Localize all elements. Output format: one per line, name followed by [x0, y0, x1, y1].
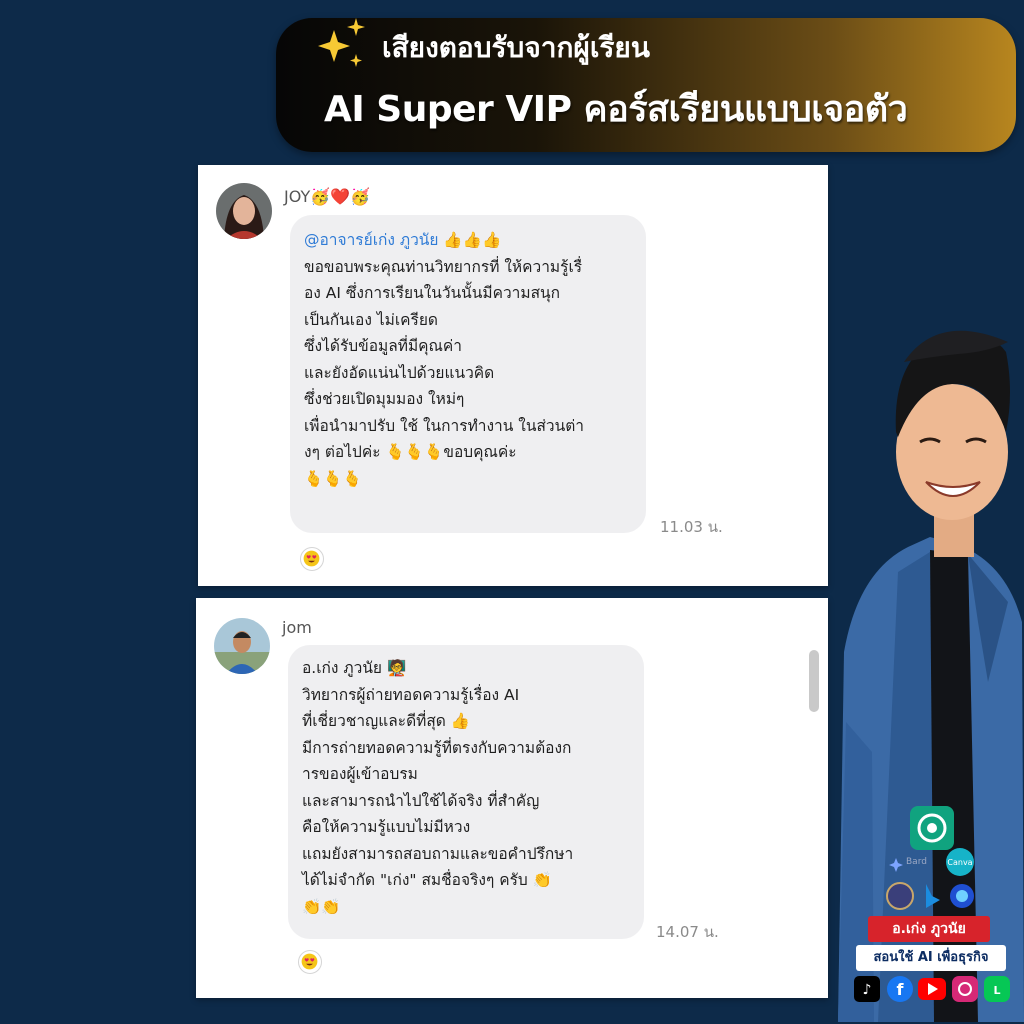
- message-line: วิทยากรผู้ถ่ายทอดความรู้เรื่อง AI: [302, 685, 520, 704]
- message-line: ที่เชี่ยวชาญและดีที่สุด 👍: [302, 712, 471, 730]
- sender-name: JOY🥳❤️🥳: [284, 187, 370, 206]
- message-timestamp: 14.07 น.: [656, 923, 719, 941]
- chat-message-card: JOY🥳❤️🥳 @อาจารย์เก่ง ภูวนัย 👍👍👍 ขอขอบพระ…: [198, 165, 828, 586]
- heart-eyes-face-icon[interactable]: [300, 547, 324, 571]
- message-line: 👏👏: [302, 897, 341, 916]
- message-line: ารของผู้เข้าอบรม: [302, 765, 418, 783]
- sender-name: jom: [282, 618, 312, 637]
- message-bubble[interactable]: @อาจารย์เก่ง ภูวนัย 👍👍👍 ขอขอบพระคุณท่านว…: [290, 215, 646, 533]
- sparkles-icon: [318, 18, 365, 67]
- message-line: และสามารถนำไปใช้ได้จริง ที่สำคัญ: [302, 791, 540, 810]
- avatar[interactable]: [214, 618, 270, 674]
- message-line: แถมยังสามารถสอบถามและขอคำปรึกษา: [302, 844, 574, 863]
- message-line: 🫰🫰🫰: [304, 469, 362, 488]
- message-line: เพื่อนำมาปรับ ใช้ ในการทำงาน ในส่วนต่า: [304, 416, 584, 435]
- message-line: งๆ ต่อไปค่ะ 🫰🫰🫰ขอบคุณค่ะ: [304, 443, 517, 461]
- message-bubble[interactable]: อ.เก่ง ภูวนัย 🧑‍🏫 วิทยากรผู้ถ่ายทอดความร…: [288, 645, 644, 939]
- message-line: ซึ่งช่วยเปิดมุมมอง ใหม่ๆ: [304, 390, 465, 408]
- message-emoji: 👍👍👍: [443, 231, 502, 249]
- mention-link[interactable]: @อาจารย์เก่ง ภูวนัย: [304, 231, 438, 249]
- bard-label: Bard: [906, 857, 927, 867]
- message-line: ขอขอบพระคุณท่านวิทยากรที่ ให้ความรู้เรื่: [304, 257, 583, 276]
- svg-text:f: f: [897, 980, 905, 999]
- header-title: เสียงตอบรับจากผู้เรียน: [382, 31, 650, 64]
- message-line: มีการถ่ายทอดความรู้ที่ตรงกับความต้องก: [302, 738, 572, 757]
- heart-eyes-face-icon[interactable]: [298, 950, 322, 974]
- message-line: ได้ไม่จำกัด "เก่ง" สมชื่อจริงๆ ครับ 👏: [302, 871, 552, 889]
- presenter-tagline: สอนใช้ AI เพื่อธุรกิจ: [856, 945, 1006, 971]
- svg-text:L: L: [993, 984, 1000, 997]
- message-line: คือให้ความรู้แบบไม่มีหวง: [302, 818, 471, 836]
- message-line: อ.เก่ง ภูวนัย 🧑‍🏫: [302, 659, 407, 677]
- message-line: ซึ่งได้รับข้อมูลที่มีคุณค่า: [304, 337, 462, 355]
- message-line: อง AI ซึ่งการเรียนในวันนั้นมีความสนุก: [304, 284, 561, 302]
- svg-text:Canva: Canva: [947, 858, 972, 867]
- message-line: @อาจารย์เก่ง ภูวนัย 👍👍👍: [304, 227, 632, 254]
- tool-badges: Canva ♪ f L: [854, 806, 1010, 1002]
- scrollbar-thumb[interactable]: [809, 650, 819, 712]
- presenter-name-tag: อ.เก่ง ภูวนัย: [868, 916, 990, 942]
- svg-text:♪: ♪: [863, 982, 872, 998]
- message-timestamp: 11.03 น.: [660, 518, 723, 536]
- message-line: และยังอัดแน่นไปด้วยแนวคิด: [304, 363, 495, 382]
- header-subtitle: AI Super VIP คอร์สเรียนแบบเจอตัว: [324, 89, 908, 130]
- chat-message-card: jom อ.เก่ง ภูวนัย 🧑‍🏫 วิทยากรผู้ถ่ายทอดค…: [196, 598, 828, 998]
- message-line: เป็นกันเอง ไม่เครียด: [304, 310, 438, 329]
- avatar[interactable]: [216, 183, 272, 239]
